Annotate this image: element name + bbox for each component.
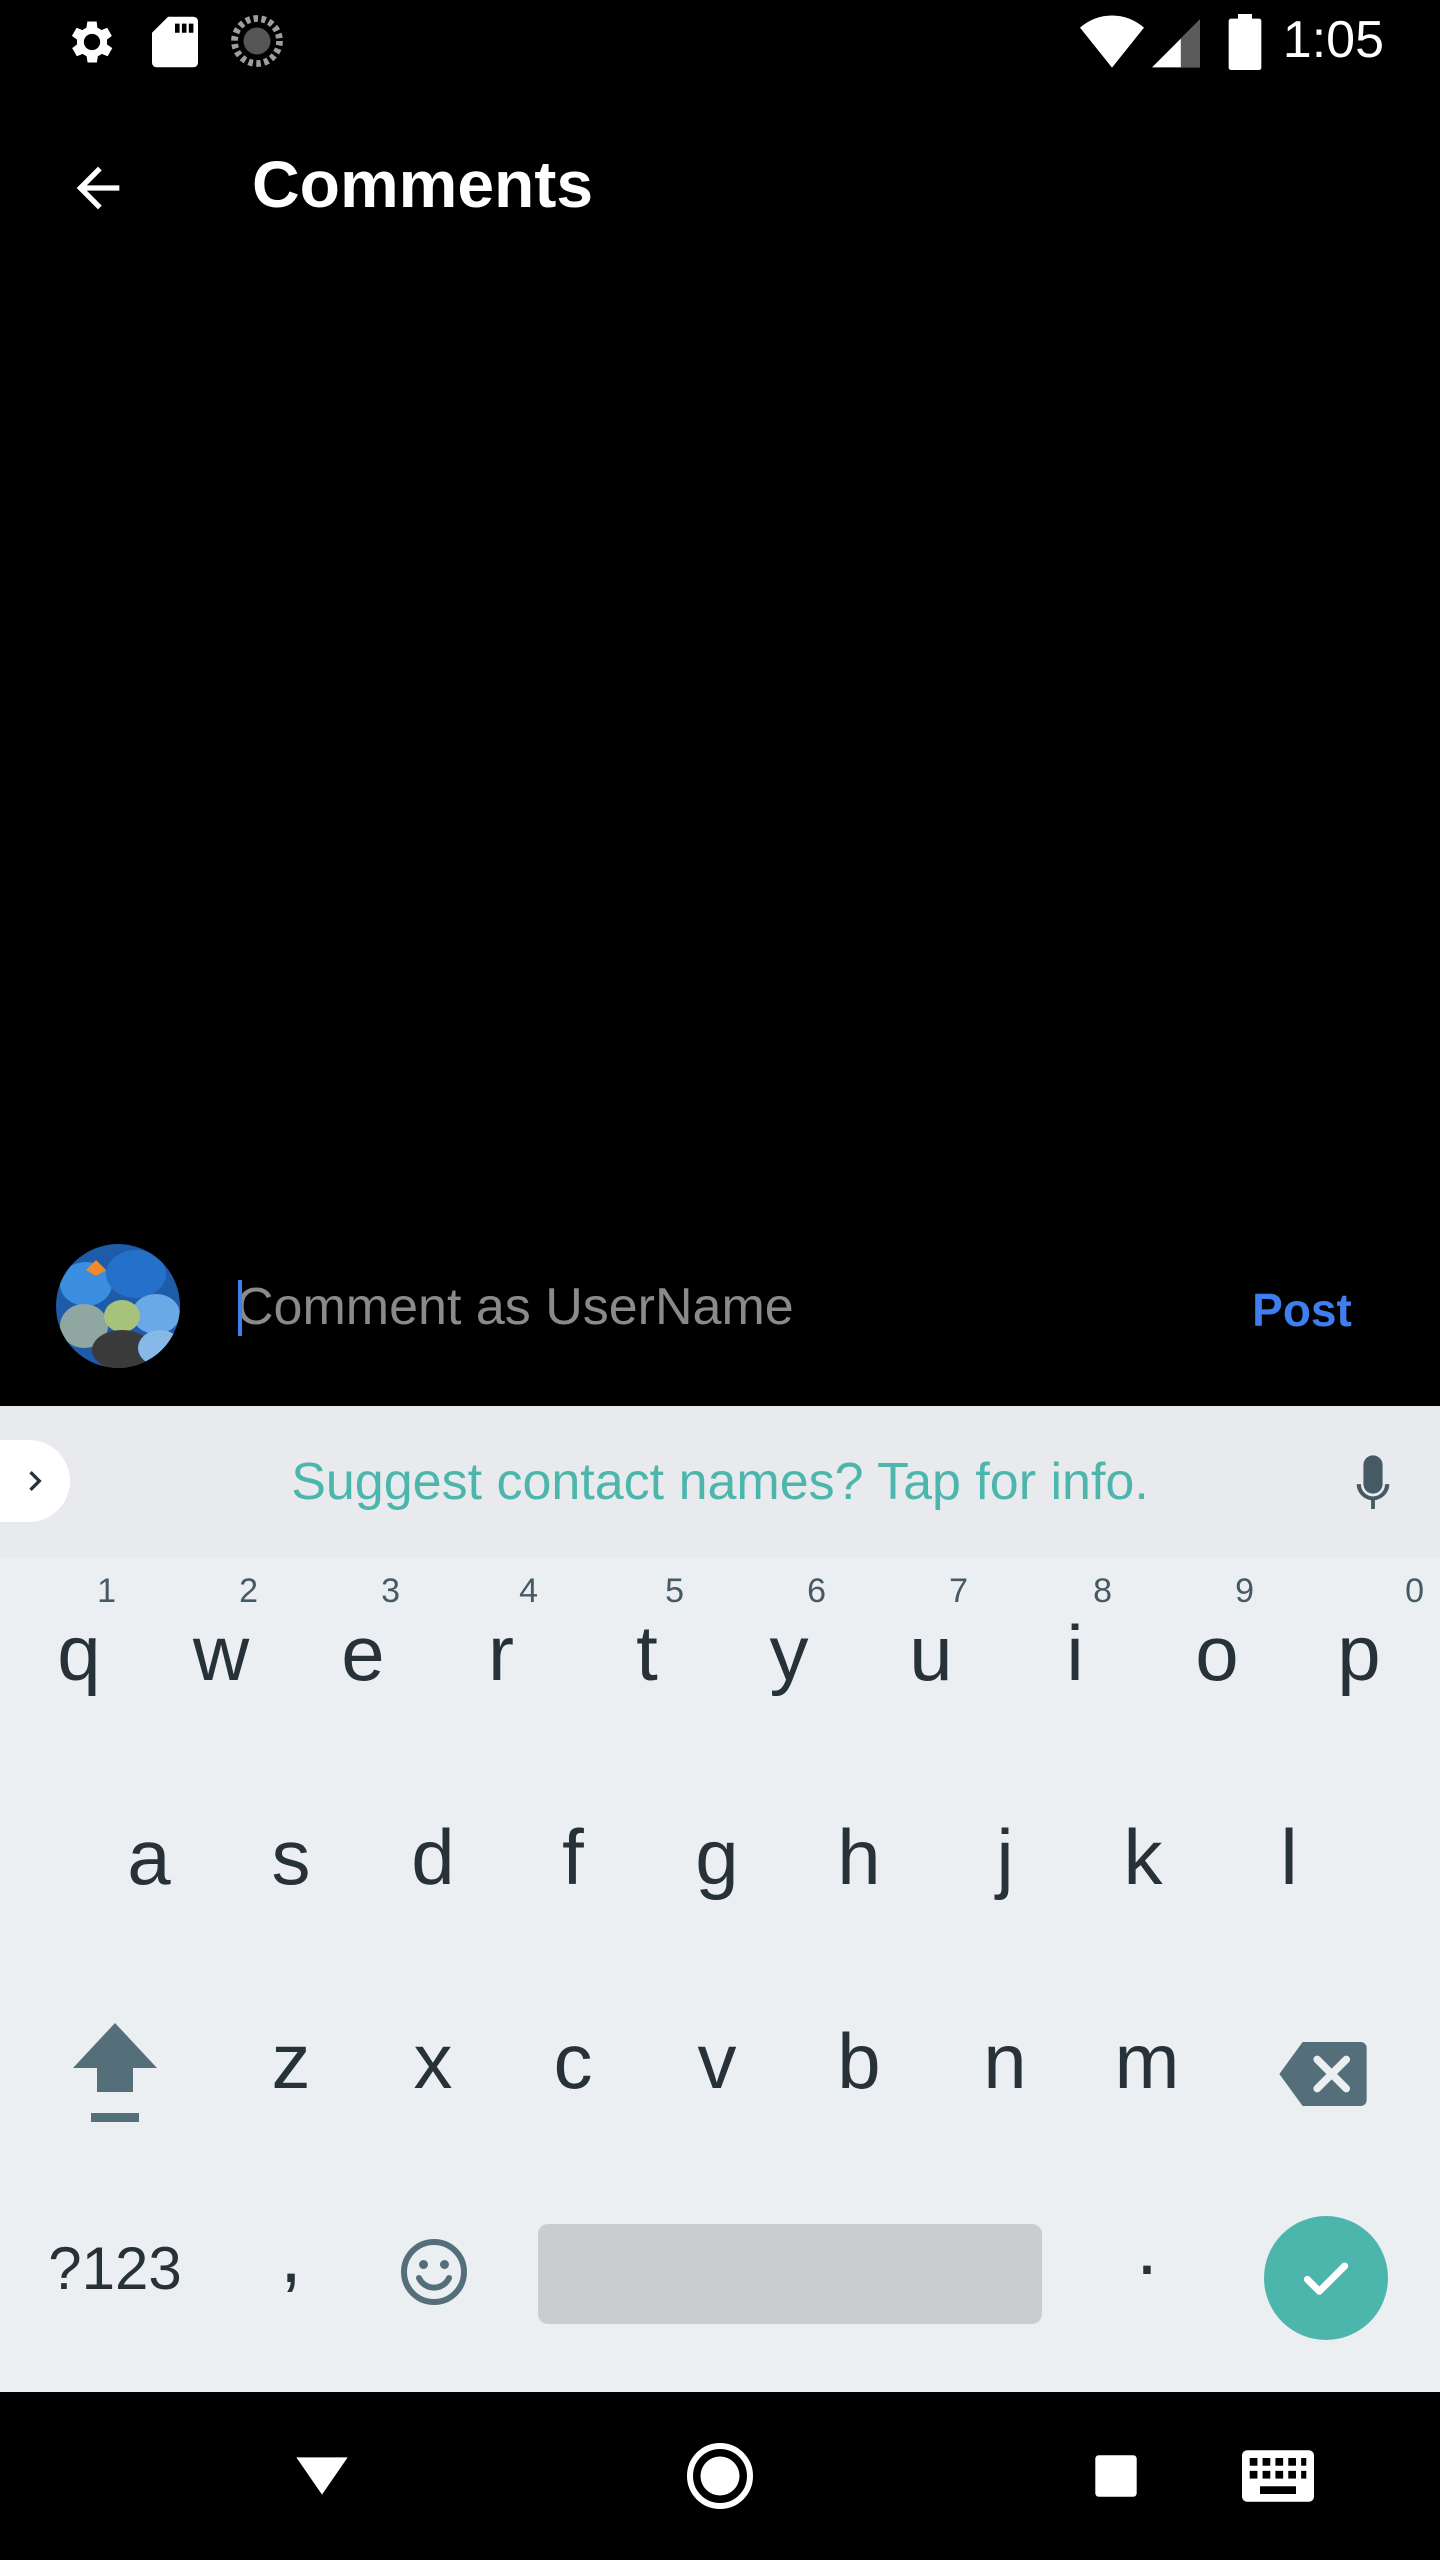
nav-back-button[interactable] xyxy=(272,2426,372,2526)
key-w[interactable]: 2w xyxy=(150,1558,292,1738)
key-r[interactable]: 4r xyxy=(430,1558,572,1738)
key-s[interactable]: s xyxy=(220,1762,362,1942)
key-e[interactable]: 3e xyxy=(292,1558,434,1738)
key-o[interactable]: 9o xyxy=(1146,1558,1288,1738)
signal-icon xyxy=(1152,14,1200,73)
home-circle-icon xyxy=(687,2443,753,2509)
app-bar: Comments xyxy=(0,84,1440,280)
nav-home-button[interactable] xyxy=(670,2426,770,2526)
enter-key[interactable] xyxy=(1264,2216,1388,2340)
comment-composer: Post xyxy=(0,1230,1440,1406)
backspace-key[interactable] xyxy=(1254,1966,1396,2146)
emoji-icon xyxy=(401,2239,467,2305)
gear-icon xyxy=(64,14,120,75)
key-q[interactable]: 1q xyxy=(8,1558,150,1738)
key-p[interactable]: 0p xyxy=(1288,1558,1430,1738)
status-time: 1:05 xyxy=(1282,11,1384,69)
key-b[interactable]: b xyxy=(788,1966,930,2146)
sd-card-icon xyxy=(152,14,198,75)
suggestion-strip: Suggest contact names? Tap for info. xyxy=(0,1406,1440,1558)
text-caret xyxy=(238,1280,242,1336)
keyboard-switch-button[interactable] xyxy=(1228,2426,1328,2526)
key-h[interactable]: h xyxy=(788,1762,930,1942)
key-f[interactable]: f xyxy=(502,1762,644,1942)
microphone-icon xyxy=(1356,1455,1390,1509)
keyboard-icon xyxy=(1242,2450,1314,2502)
avatar xyxy=(56,1244,180,1368)
key-d[interactable]: d xyxy=(362,1762,504,1942)
status-bar: 1:05 xyxy=(0,0,1440,84)
comma-key[interactable]: , xyxy=(220,2172,362,2352)
key-z[interactable]: z xyxy=(220,1966,362,2146)
space-key[interactable] xyxy=(538,2224,1042,2324)
nav-recents-button[interactable] xyxy=(1066,2426,1166,2526)
key-t[interactable]: 5t xyxy=(576,1558,718,1738)
battery-icon xyxy=(1228,14,1262,75)
back-button[interactable] xyxy=(48,138,148,238)
backspace-icon xyxy=(1279,2042,1367,2106)
sync-icon xyxy=(230,14,284,73)
soft-keyboard: Suggest contact names? Tap for info. 1q … xyxy=(0,1406,1440,2392)
key-j[interactable]: j xyxy=(934,1762,1076,1942)
key-y[interactable]: 6y xyxy=(718,1558,860,1738)
hide-keyboard-triangle-icon xyxy=(296,2457,348,2495)
key-c[interactable]: c xyxy=(502,1966,644,2146)
arrow-back-icon xyxy=(76,166,120,210)
emoji-key[interactable] xyxy=(362,2172,504,2352)
navigation-bar xyxy=(0,2392,1440,2560)
checkmark-icon xyxy=(1303,2262,1349,2295)
key-u[interactable]: 7u xyxy=(860,1558,1002,1738)
voice-input-button[interactable] xyxy=(1338,1446,1408,1526)
recents-square-icon xyxy=(1095,2455,1137,2497)
key-l[interactable]: l xyxy=(1218,1762,1360,1942)
key-k[interactable]: k xyxy=(1072,1762,1214,1942)
key-i[interactable]: 8i xyxy=(1004,1558,1146,1738)
key-m[interactable]: m xyxy=(1076,1966,1218,2146)
page-title: Comments xyxy=(252,147,594,221)
period-key[interactable]: . xyxy=(1076,2172,1218,2352)
key-a[interactable]: a xyxy=(78,1762,220,1942)
key-n[interactable]: n xyxy=(934,1966,1076,2146)
wifi-icon xyxy=(1080,14,1144,73)
key-v[interactable]: v xyxy=(646,1966,788,2146)
post-button[interactable]: Post xyxy=(1232,1270,1372,1350)
contact-suggestion-prompt[interactable]: Suggest contact names? Tap for info. xyxy=(0,1452,1440,1512)
shift-key[interactable] xyxy=(42,1966,184,2146)
shift-icon xyxy=(73,2023,157,2122)
key-x[interactable]: x xyxy=(362,1966,504,2146)
key-g[interactable]: g xyxy=(646,1762,788,1942)
symbols-key[interactable]: ?123 xyxy=(10,2172,220,2352)
comment-input[interactable] xyxy=(236,1264,1216,1350)
